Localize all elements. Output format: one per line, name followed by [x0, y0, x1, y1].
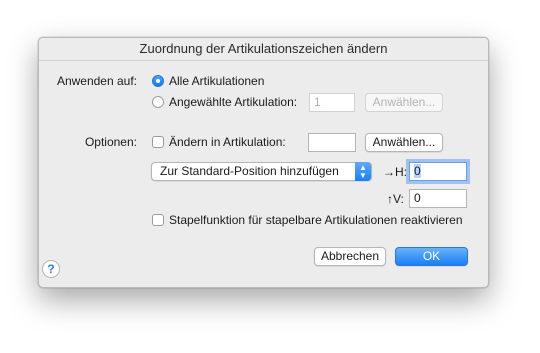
change-articulation-label[interactable]: Ändern in Artikulation:	[169, 135, 286, 149]
v-offset-field[interactable]: 0	[409, 189, 467, 208]
position-select[interactable]: Zur Standard-Position hinzufügen ▲ ▼	[151, 162, 372, 181]
v-label: ↑V:	[387, 192, 404, 206]
change-articulation-checkbox[interactable]	[152, 136, 164, 148]
radio-all-articulations[interactable]	[152, 75, 164, 87]
choose-change-button[interactable]: Anwählen...	[365, 133, 443, 152]
radio-selected-articulation[interactable]	[152, 96, 164, 108]
choose-selected-button[interactable]: Anwählen...	[365, 93, 443, 112]
h-label: →H:	[383, 165, 407, 179]
help-button[interactable]: ?	[42, 260, 60, 278]
apply-label: Anwenden auf:	[56, 74, 137, 88]
stack-checkbox[interactable]	[152, 214, 164, 226]
h-offset-value: 0	[414, 164, 421, 178]
dialog: Zuordnung der Artikulationszeichen änder…	[38, 37, 489, 288]
change-articulation-field[interactable]	[308, 133, 356, 152]
stack-label[interactable]: Stapelfunktion für stapelbare Artikulati…	[169, 213, 463, 227]
select-arrows-icon: ▲ ▼	[355, 162, 371, 181]
position-select-value: Zur Standard-Position hinzufügen	[160, 164, 339, 178]
options-label: Optionen:	[84, 135, 137, 149]
option-all-label[interactable]: Alle Artikulationen	[169, 74, 264, 88]
dialog-title: Zuordnung der Artikulationszeichen änder…	[39, 38, 488, 61]
ok-button[interactable]: OK	[395, 247, 468, 266]
h-offset-field[interactable]: 0	[409, 162, 467, 181]
selected-articulation-field[interactable]: 1	[309, 93, 355, 112]
cancel-button[interactable]: Abbrechen	[314, 247, 386, 266]
option-selected-label[interactable]: Angewählte Artikulation:	[169, 95, 297, 109]
